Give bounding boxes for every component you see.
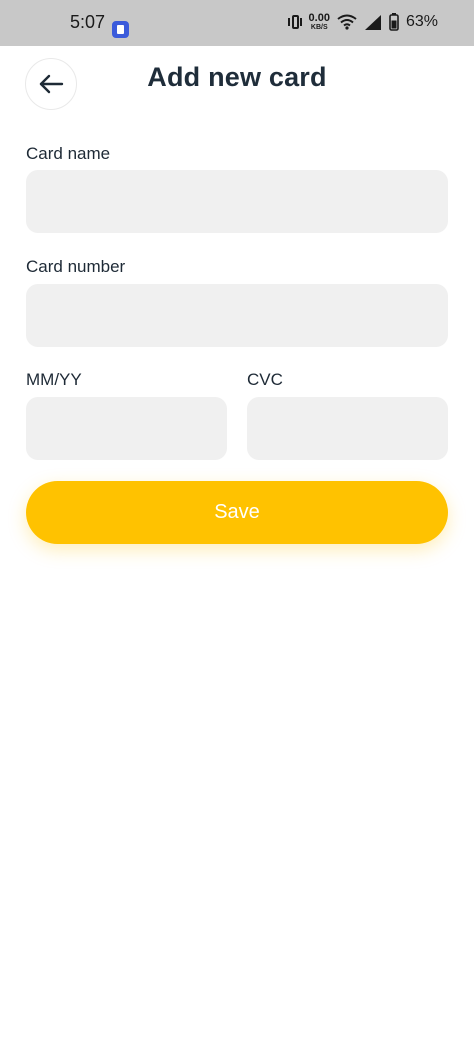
- cvc-label: CVC: [247, 370, 283, 389]
- add-card-screen: 5:07 0.00 KB/S 63% Add new card Card nam…: [0, 0, 474, 1053]
- expiry-label: MM/YY: [26, 370, 82, 389]
- signal-icon: [364, 14, 382, 30]
- network-speed-unit: KB/S: [310, 24, 328, 31]
- arrow-left-icon: [39, 74, 64, 94]
- status-icons: 0.00 KB/S 63%: [287, 12, 438, 32]
- app-icon: [112, 21, 129, 38]
- status-bar: 5:07 0.00 KB/S 63%: [0, 0, 474, 46]
- save-button[interactable]: Save: [26, 481, 448, 544]
- card-name-label: Card name: [26, 144, 111, 163]
- battery-percent: 63%: [405, 13, 438, 30]
- network-speed: 0.00 KB/S: [308, 12, 330, 32]
- expiry-input[interactable]: [26, 397, 227, 460]
- status-time: 5:07: [70, 12, 106, 32]
- card-number-input[interactable]: [26, 284, 448, 347]
- card-number-label: Card number: [26, 257, 126, 276]
- vibrate-icon: [287, 13, 302, 31]
- network-speed-value: 0.00: [308, 12, 330, 24]
- cvc-input[interactable]: [247, 397, 448, 460]
- card-name-input[interactable]: [26, 170, 448, 233]
- back-button[interactable]: [25, 58, 77, 110]
- wifi-icon: [337, 14, 357, 30]
- battery-icon: [389, 13, 399, 31]
